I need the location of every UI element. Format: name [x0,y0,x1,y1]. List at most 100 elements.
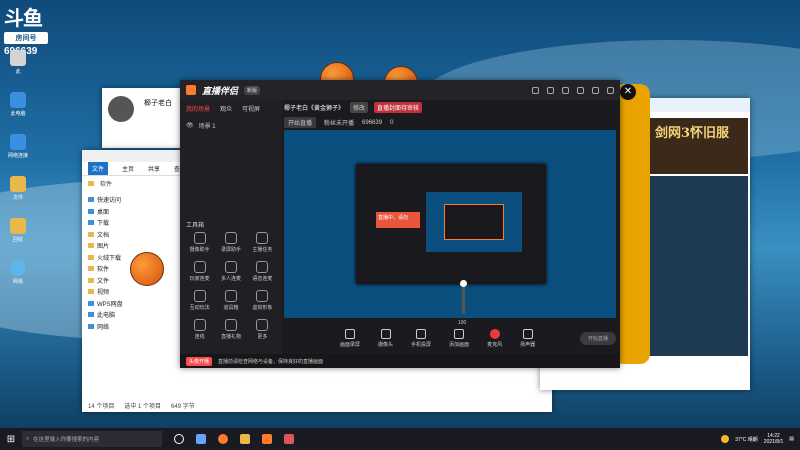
desktop-icon [88,208,94,214]
sidebar-item[interactable]: WPS网盘 [88,298,148,310]
notification-icon[interactable]: ▤ [789,436,794,442]
desktop-icon[interactable]: 文件 [0,176,36,218]
desktop-icon[interactable]: 网易 [0,260,36,302]
tool-item[interactable]: 录屏助手 [215,232,246,253]
message-icon[interactable] [547,86,554,94]
gift-icon[interactable] [532,86,539,94]
tool-item[interactable]: 互动玩法 [184,290,215,311]
cortana-icon[interactable] [174,434,184,444]
sidebar-item[interactable]: 下载 [88,217,148,229]
ribbon-tab[interactable]: 共享 [148,164,160,173]
streaming-app-window[interactable]: 直播伴侣 新版 我的场景 观众 可视屏 👁 场景 1 工具箱 摄像助手 录屏助手… [180,80,620,368]
live-button-small[interactable]: 开始直播 [284,117,317,128]
close-icon[interactable]: ✕ [620,84,636,100]
desktop-icon-label: 文件 [12,195,23,201]
control-mic[interactable]: 麦克风 [487,328,502,348]
recycle-icon [10,218,26,234]
sidebar-item[interactable]: 网络 [88,321,148,333]
stream-preview[interactable]: 直播中，请勿 [284,130,616,318]
control-speaker[interactable]: 扬声器 [520,328,535,348]
tool-item[interactable]: 更多 [247,319,278,340]
tool-item[interactable]: 道具箱 [215,290,246,311]
speaker-icon [522,328,533,339]
ribbon-tab[interactable]: 主页 [122,164,134,173]
tool-item[interactable]: 玩家连麦 [184,261,215,282]
status-size: 649 字节 [171,404,195,410]
tool-item[interactable]: 虚拟形象 [247,290,278,311]
desktop-icon-label: 此 [15,69,21,75]
sidebar-item[interactable]: 快速访问 [88,194,148,206]
computer-icon [88,312,94,318]
sidebar-item-label: 软件 [97,267,110,274]
avatar-icon [256,290,269,302]
edit-tag[interactable]: 修改 [350,102,369,113]
control-screen[interactable]: 画面录屏 [340,328,360,348]
streaming-app-icon[interactable] [262,434,272,444]
control-add[interactable]: 添加画面 [449,328,469,348]
taskbar-apps [174,434,294,444]
tool-item[interactable]: 语音连麦 [247,261,278,282]
tab-scenes[interactable]: 我的场景 [186,104,210,113]
volume-slider[interactable] [460,280,467,314]
scene-item[interactable]: 👁 场景 1 [180,117,282,134]
watermark-logo: 斗鱼 [4,8,43,30]
control-phone[interactable]: 手机投屏 [411,328,431,348]
search-placeholder: 在这里输入你要搜索的内容 [33,437,100,443]
tool-item[interactable]: 直播礼物 [215,319,246,340]
tool-item[interactable]: 主播任务 [247,232,278,253]
settings-icon[interactable] [562,86,569,94]
close-icon[interactable] [607,86,614,94]
start-live-button[interactable]: 开始直播 [579,331,616,345]
system-tray: 37°C 晴朗 14:22 2021/8/1 ▤ [721,433,800,445]
gamepad-icon [193,261,206,273]
tool-item[interactable]: 多人连麦 [215,261,246,282]
control-camera[interactable]: 摄像头 [378,328,393,348]
left-tabs: 我的场景 观众 可视屏 [180,100,282,117]
clock[interactable]: 14:22 2021/8/1 [764,433,783,445]
sidebar-item[interactable]: 此电脑 [88,309,148,321]
folder-icon [88,266,94,272]
phone-icon [416,328,427,339]
sidebar-item[interactable]: 文档 [88,229,148,241]
tab-audience[interactable]: 观众 [220,104,232,113]
maximize-icon[interactable] [592,86,599,94]
sidebar-item[interactable]: 桌面 [88,206,148,218]
desktop-icon[interactable]: 回收 [0,218,36,260]
firefox-icon[interactable] [218,434,228,444]
taskbar-search[interactable]: ⌕ 在这里输入你要搜索的内容 [22,431,162,447]
app-icon[interactable] [284,434,294,444]
tab-visible[interactable]: 可视屏 [242,104,260,113]
sidebar-item[interactable]: 视频 [88,286,148,298]
desktop-icon[interactable]: 网络连接 [0,134,36,176]
desktop-icons: 此 此电脑 网络连接 文件 回收 网易 [0,50,36,302]
app-logo: 直播伴侣 [202,85,239,96]
app-logo-icon [186,85,196,95]
desktop-icon-label: 网络连接 [7,153,28,159]
tool-item[interactable]: 摄像助手 [184,232,215,253]
bottom-tag[interactable]: 头像开播 [186,356,213,366]
picture-icon [88,243,94,249]
sidebar-item-label: 快速访问 [97,198,122,205]
tool-item[interactable]: 连线 [184,319,215,340]
stats-label: 粉丝未开播 [324,121,355,127]
desktop-icon[interactable]: 此 [0,50,36,92]
screen-record-icon [224,232,237,244]
windows-start-icon[interactable]: ⊞ [0,428,22,450]
eye-icon[interactable]: 👁 [186,122,194,129]
minimize-icon[interactable] [577,86,584,94]
weather-text[interactable]: 37°C 晴朗 [735,436,758,443]
desktop-icon-label: 回收 [12,237,23,243]
ribbon-tab[interactable]: 文件 [88,162,109,175]
folder-icon [88,277,94,283]
nested-preview: 直播中，请勿 [356,164,546,284]
sidebar-item[interactable]: 图片 [88,240,148,252]
slider-handle[interactable] [460,280,467,287]
explorer-status-bar: 14 个项目 选中 1 个项目 649 字节 [88,401,195,410]
desktop-icon[interactable]: 此电脑 [0,92,36,134]
task-view-icon[interactable] [196,434,206,444]
folder-icon[interactable] [240,434,250,444]
status-item-count: 14 个项目 [88,404,115,410]
profile-name: 椰子老白 [144,100,172,107]
app-bottom-bar: 头像开播 直播前请检查网络与设备，保持良好的直播画面 [180,354,620,368]
viewer-count: 0 [390,119,394,126]
